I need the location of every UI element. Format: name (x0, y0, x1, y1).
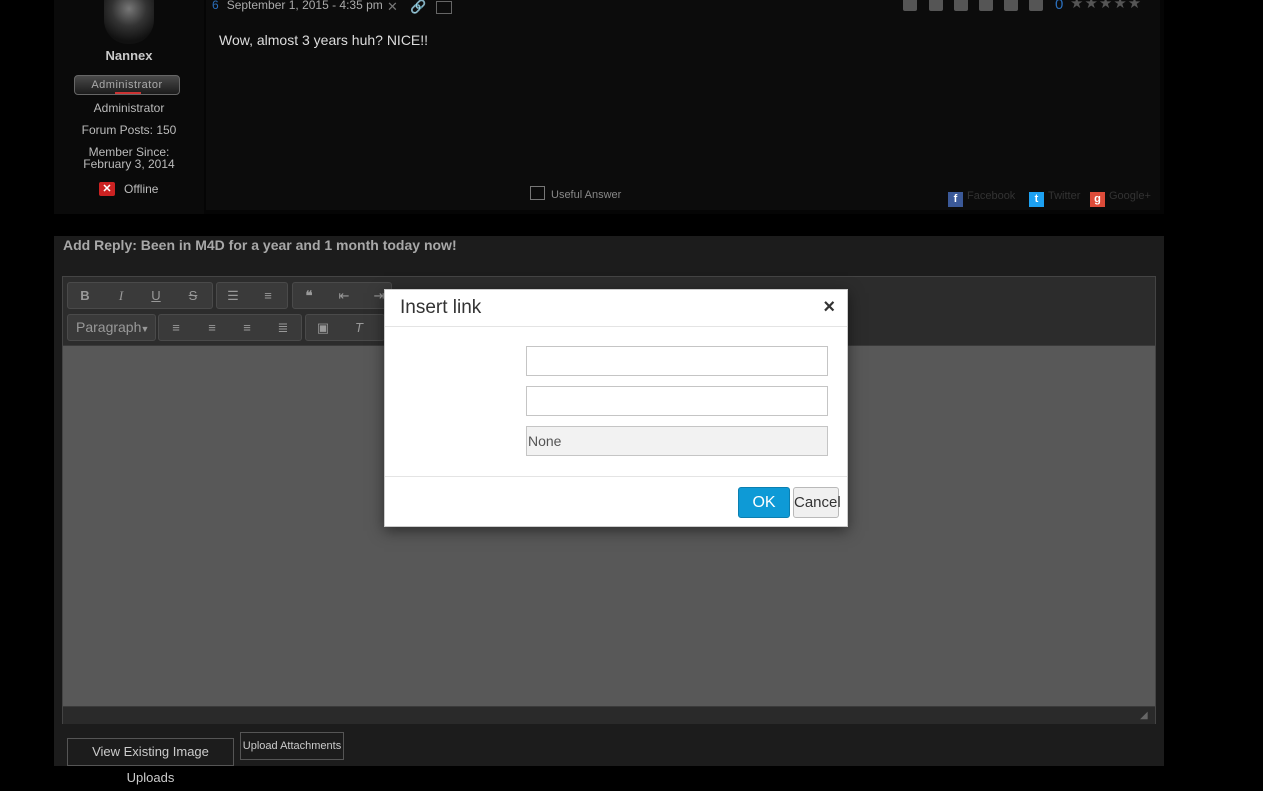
move-icon[interactable] (929, 0, 943, 11)
url-input[interactable] (526, 346, 828, 376)
useful-answer-link[interactable]: Useful Answer (530, 186, 621, 201)
toolbar-group-lists: ☰ ≡ (216, 282, 288, 309)
rank-badge-label: Administrator (91, 79, 163, 91)
dialog-title: Insert link (400, 297, 482, 318)
permalink-icon[interactable]: 🔗 (410, 0, 426, 15)
format-select-value: Paragraph (76, 319, 142, 335)
member-since-date: February 3, 2014 (83, 157, 175, 171)
underline-icon[interactable]: U (145, 288, 167, 304)
numbered-list-icon[interactable]: ≡ (257, 288, 279, 304)
italic-icon[interactable]: I (110, 288, 132, 304)
resize-handle-icon[interactable]: ◢ (1140, 710, 1148, 721)
post-text: Wow, almost 3 years huh? NICE!! (219, 32, 429, 48)
blockquote-icon[interactable]: ❝ (298, 288, 320, 304)
post-number: 6 (212, 0, 219, 12)
align-left-icon[interactable]: ≡ (165, 320, 187, 336)
align-right-icon[interactable]: ≡ (236, 320, 258, 336)
username[interactable]: Nannex (54, 48, 204, 63)
split-icon[interactable] (979, 0, 993, 11)
align-center-icon[interactable]: ≡ (201, 320, 223, 336)
toolbar-group-clipboard: ▣ T (305, 314, 385, 341)
print-icon[interactable] (436, 1, 452, 14)
cancel-button[interactable]: Cancel (793, 487, 841, 518)
user-role: Administrator (93, 101, 165, 115)
facebook-icon: f (948, 192, 963, 207)
useful-answer-icon (530, 186, 545, 200)
close-icon[interactable]: × (823, 296, 835, 319)
upload-attachments-button[interactable]: Upload Attachments (240, 732, 344, 760)
link-text-input[interactable] (526, 386, 828, 416)
editor-statusbar (63, 706, 1155, 724)
quote-icon[interactable] (954, 0, 968, 11)
clear-formatting-icon[interactable]: T (348, 320, 370, 336)
rating-count: 0 (1055, 0, 1064, 13)
share-facebook[interactable]: f Facebook (948, 186, 1016, 207)
share-twitter[interactable]: t Twitter (1029, 186, 1081, 207)
twitter-icon: t (1029, 192, 1044, 207)
edit-icon[interactable] (1004, 0, 1018, 11)
forum-posts: Forum Posts: 150 (81, 123, 177, 137)
share-facebook-label: Facebook (967, 190, 1016, 202)
rank-badge: Administrator (74, 75, 180, 95)
reply-title: Add Reply: Been in M4D for a year and 1 … (63, 237, 457, 253)
paste-text-icon[interactable]: ▣ (312, 320, 334, 336)
google-plus-icon: g (1090, 192, 1105, 207)
insert-link-dialog: Insert link × None OK Cancel (384, 289, 848, 527)
align-justify-icon[interactable]: ≣ (272, 320, 294, 336)
post-meta: 6 September 1, 2015 - 4:35 pm (212, 0, 383, 12)
toolbar-group-align: ≡ ≡ ≡ ≣ (158, 314, 302, 341)
approve-icon[interactable] (903, 0, 917, 11)
dialog-header: Insert link × (385, 290, 847, 327)
report-icon[interactable] (1029, 0, 1043, 11)
outdent-icon[interactable]: ⇤ (333, 288, 355, 304)
chevron-down-icon: ▼ (140, 324, 150, 334)
bold-icon[interactable]: B (74, 288, 96, 304)
user-status: Offline (124, 182, 159, 196)
useful-answer-label: Useful Answer (551, 189, 622, 201)
toolbar-group-format: B I U S (67, 282, 213, 309)
view-uploads-button[interactable]: View Existing Image Uploads (67, 738, 234, 785)
format-select[interactable]: Paragraph ▼ (67, 314, 156, 341)
share-google[interactable]: g Google+ (1090, 186, 1151, 207)
avatar[interactable] (104, 0, 154, 44)
offline-icon: ✕ (99, 182, 115, 196)
target-select[interactable]: None (526, 426, 828, 456)
post-date: September 1, 2015 - 4:35 pm (226, 0, 383, 12)
share-google-label: Google+ (1109, 190, 1151, 202)
bullet-list-icon[interactable]: ☰ (222, 288, 244, 304)
share-twitter-label: Twitter (1048, 190, 1081, 202)
rating-stars[interactable]: ★★★★★ (1070, 0, 1142, 12)
delete-post-icon[interactable]: ✕ (387, 0, 398, 15)
toolbar-group-blocks: ❝ ⇤ ⇥ (292, 282, 392, 309)
strikethrough-icon[interactable]: S (182, 288, 204, 304)
dialog-footer: OK Cancel (385, 476, 847, 527)
ok-button[interactable]: OK (738, 487, 790, 518)
